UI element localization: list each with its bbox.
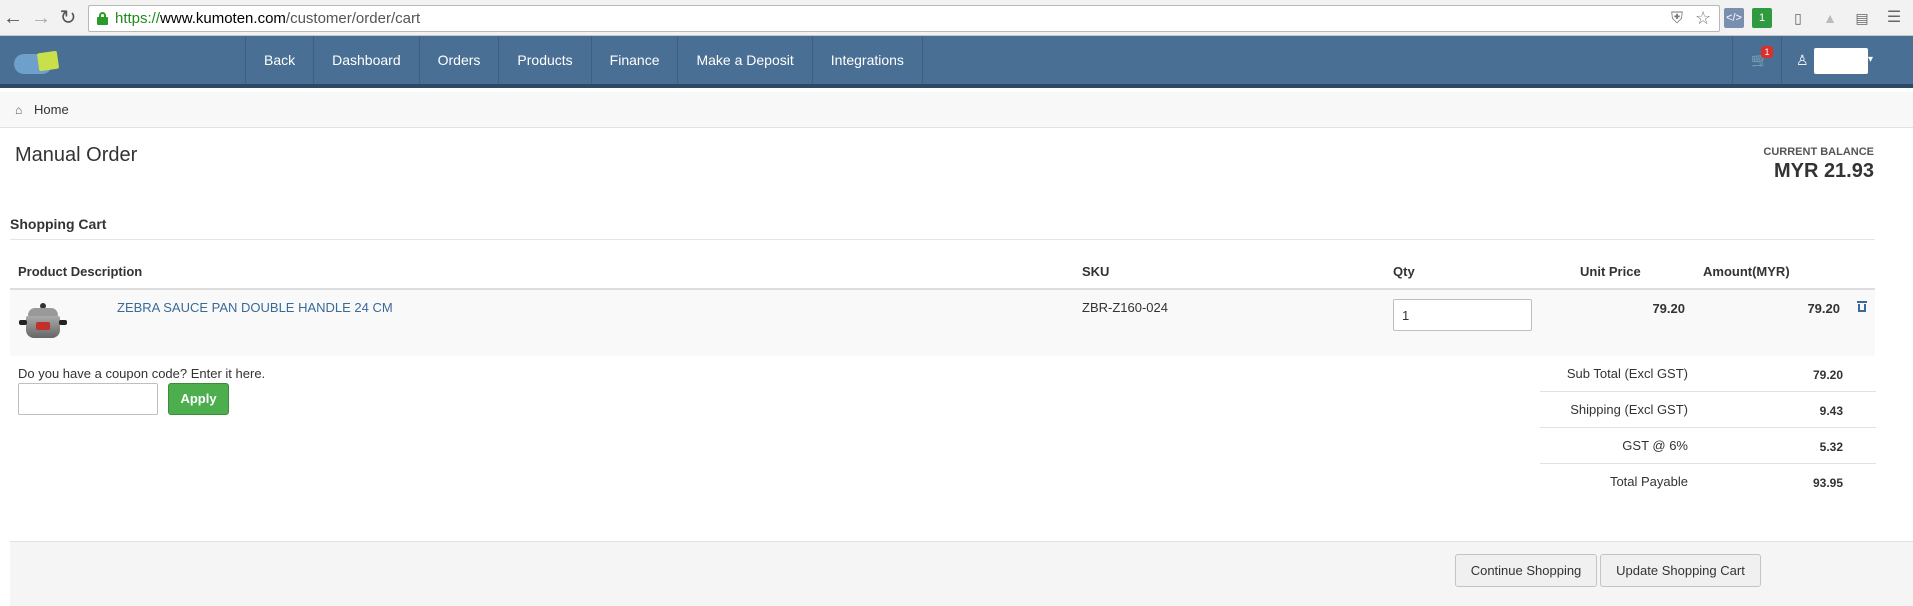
cart-count-badge: 1: [1761, 46, 1773, 58]
divider: [10, 239, 1875, 240]
coupon-label: Do you have a coupon code? Enter it here…: [18, 366, 266, 381]
nav-back[interactable]: Back: [246, 36, 315, 84]
address-bar[interactable]: https://www.kumoten.com/customer/order/c…: [88, 5, 1720, 32]
column-header-amount: Amount(MYR): [1703, 264, 1790, 279]
user-menu[interactable]: [1814, 48, 1868, 74]
continue-shopping-button[interactable]: Continue Shopping: [1455, 554, 1597, 587]
header-cart-button[interactable]: 🛒 1: [1732, 36, 1782, 84]
menu-icon[interactable]: ☰: [1884, 8, 1904, 28]
total-label: GST @ 6%: [1622, 438, 1688, 453]
column-header-product: Product Description: [18, 264, 143, 279]
nav-dashboard[interactable]: Dashboard: [314, 36, 420, 84]
update-cart-button[interactable]: Update Shopping Cart: [1600, 554, 1761, 587]
main-nav: Back Dashboard Orders Products Finance M…: [245, 36, 923, 84]
total-payable-row: Total Payable 93.95: [1540, 464, 1876, 500]
forward-arrow-icon[interactable]: →: [30, 6, 52, 30]
shipping-row: Shipping (Excl GST) 9.43: [1540, 392, 1876, 428]
app-header: Back Dashboard Orders Products Finance M…: [0, 36, 1913, 88]
quantity-input[interactable]: [1393, 299, 1532, 331]
product-sku: ZBR-Z160-024: [1082, 300, 1168, 315]
gst-row: GST @ 6% 5.32: [1540, 428, 1876, 464]
nav-orders[interactable]: Orders: [420, 36, 500, 84]
nav-finance[interactable]: Finance: [592, 36, 679, 84]
total-label: Sub Total (Excl GST): [1566, 366, 1688, 381]
balance-value: MYR 21.93: [1773, 160, 1874, 182]
breadcrumb: ⌂ Home: [0, 92, 1913, 128]
drive-icon[interactable]: ▲: [1820, 8, 1840, 28]
line-amount: 79.20: [1807, 301, 1840, 316]
nav-make-deposit[interactable]: Make a Deposit: [678, 36, 813, 84]
total-value: 5.32: [1819, 440, 1843, 454]
nav-products[interactable]: Products: [499, 36, 592, 84]
reload-icon[interactable]: ↻: [57, 6, 79, 30]
cart-heading: Shopping Cart: [10, 216, 107, 232]
back-arrow-icon[interactable]: ←: [2, 6, 24, 30]
tag-extension-icon[interactable]: 1: [1752, 8, 1772, 28]
mobile-device-icon[interactable]: ▯: [1788, 8, 1808, 28]
browser-toolbar: ← → ↻ https://www.kumoten.com/customer/o…: [0, 0, 1913, 36]
total-value: 9.43: [1819, 404, 1843, 418]
total-value: 93.95: [1812, 476, 1843, 490]
apply-coupon-button[interactable]: Apply: [168, 383, 229, 415]
product-name-link[interactable]: ZEBRA SAUCE PAN DOUBLE HANDLE 24 CM: [117, 300, 393, 315]
breadcrumb-home[interactable]: Home: [34, 102, 69, 117]
column-header-unit-price: Unit Price: [1580, 264, 1641, 279]
column-header-qty: Qty: [1393, 264, 1415, 279]
product-thumbnail[interactable]: [18, 300, 68, 348]
home-icon: ⌂: [15, 103, 23, 117]
user-icon[interactable]: ♙: [1796, 52, 1809, 69]
total-value: 79.20: [1812, 368, 1843, 382]
nav-integrations[interactable]: Integrations: [813, 36, 923, 84]
shield-icon[interactable]: ⛨: [1671, 10, 1683, 28]
order-totals: Sub Total (Excl GST) 79.20 Shipping (Exc…: [1540, 356, 1876, 500]
code-extension-icon[interactable]: </>: [1724, 8, 1744, 28]
url-text: https://www.kumoten.com/customer/order/c…: [115, 10, 421, 27]
lock-icon: [97, 12, 108, 25]
subtotal-row: Sub Total (Excl GST) 79.20: [1540, 356, 1876, 392]
bookmark-star-icon[interactable]: ☆: [1695, 8, 1711, 29]
unit-price: 79.20: [1652, 301, 1685, 316]
coupon-input[interactable]: [18, 383, 158, 415]
total-label: Total Payable: [1609, 474, 1688, 489]
kumoten-logo[interactable]: [14, 50, 60, 76]
total-label: Shipping (Excl GST): [1570, 402, 1688, 417]
chevron-down-icon[interactable]: ▾: [1868, 54, 1873, 65]
trash-icon[interactable]: [1857, 300, 1867, 312]
film-icon[interactable]: ▤: [1852, 8, 1872, 28]
balance-label: CURRENT BALANCE: [1763, 146, 1874, 158]
page-title: Manual Order: [15, 144, 138, 166]
column-header-sku: SKU: [1082, 264, 1110, 279]
